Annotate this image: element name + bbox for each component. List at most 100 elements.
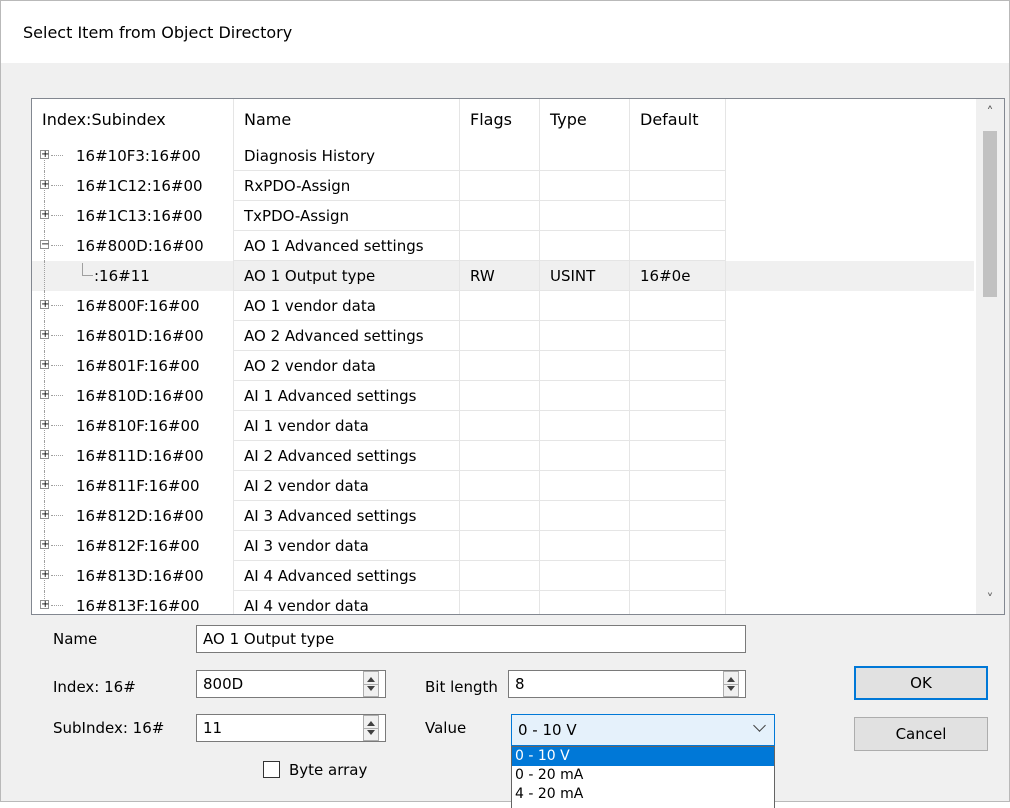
table-row[interactable]: +16#1C13:16#00 TxPDO-Assign [32, 201, 974, 231]
plus-box-icon[interactable]: + [40, 420, 49, 430]
index-cell: +16#810F:16#00 [32, 411, 234, 441]
table-row[interactable]: +16#800F:16#00 AO 1 vendor data [32, 291, 974, 321]
chevron-down-icon[interactable] [753, 719, 766, 732]
row-default [630, 501, 726, 531]
bit-length-spinner[interactable] [723, 671, 739, 697]
column-header-filler [726, 99, 974, 141]
index-cell: +16#810D:16#00 [32, 381, 234, 411]
row-index: 16#810D:16#00 [76, 387, 204, 405]
plus-box-icon[interactable]: + [40, 540, 49, 550]
tree-vertical-scrollbar[interactable]: ˄ ˅ [976, 99, 1004, 614]
row-type [540, 141, 630, 171]
table-row[interactable]: +16#811D:16#00 AI 2 Advanced settings [32, 441, 974, 471]
row-default [630, 201, 726, 231]
column-header-type[interactable]: Type [540, 99, 630, 141]
table-row[interactable]: +16#801F:16#00 AO 2 vendor data [32, 351, 974, 381]
row-name: AO 2 vendor data [234, 351, 460, 381]
row-index: 16#801F:16#00 [76, 357, 200, 375]
tree-connector [51, 155, 63, 156]
table-row[interactable]: +16#812D:16#00 AI 3 Advanced settings [32, 501, 974, 531]
cancel-button[interactable]: Cancel [854, 717, 988, 751]
value-option[interactable]: 0 - 20 mA [512, 766, 774, 785]
subindex-field[interactable]: 11 [196, 714, 386, 742]
plus-box-icon[interactable]: + [40, 390, 49, 400]
row-type [540, 501, 630, 531]
scrollbar-thumb[interactable] [983, 131, 997, 297]
chevron-up-icon[interactable]: ˄ [976, 99, 1004, 127]
table-row[interactable]: +16#812F:16#00 AI 3 vendor data [32, 531, 974, 561]
index-spinner[interactable] [363, 671, 379, 697]
row-flags [460, 591, 540, 614]
row-flags [460, 171, 540, 201]
plus-box-icon[interactable]: + [40, 480, 49, 490]
value-option[interactable]: 0 - 10 V [512, 747, 774, 766]
subindex-spinner[interactable] [363, 715, 379, 741]
row-name: AO 1 Advanced settings [234, 231, 460, 261]
plus-box-icon[interactable]: + [40, 510, 49, 520]
table-row[interactable]: +16#801D:16#00 AO 2 Advanced settings [32, 321, 974, 351]
title-bar[interactable]: Select Item from Object Directory [1, 1, 1009, 63]
row-default [630, 171, 726, 201]
row-default [630, 471, 726, 501]
table-row[interactable]: :16#11 AO 1 Output type RW USINT 16#0e [32, 261, 974, 291]
plus-box-icon[interactable]: + [40, 180, 49, 190]
row-flags [460, 141, 540, 171]
row-name: AO 1 vendor data [234, 291, 460, 321]
table-row[interactable]: +16#810F:16#00 AI 1 vendor data [32, 411, 974, 441]
plus-box-icon[interactable]: + [40, 450, 49, 460]
tree-connector [51, 455, 63, 456]
bit-length-field[interactable]: 8 [508, 670, 746, 698]
row-default [630, 531, 726, 561]
byte-array-label[interactable]: Byte array [289, 761, 367, 779]
value-dropdown-list[interactable]: 0 - 10 V 0 - 20 mA 4 - 20 mA [511, 746, 775, 808]
row-default [630, 141, 726, 171]
tree-connector [51, 605, 63, 606]
object-tree-view[interactable]: Index:Subindex Name Flags Type Default +… [31, 98, 1005, 615]
row-index: 16#810F:16#00 [76, 417, 200, 435]
row-flags [460, 501, 540, 531]
row-default [630, 591, 726, 614]
minus-box-icon[interactable]: − [40, 240, 49, 250]
index-cell: +16#811F:16#00 [32, 471, 234, 501]
table-row[interactable]: +16#1C12:16#00 RxPDO-Assign [32, 171, 974, 201]
index-cell: +16#812F:16#00 [32, 531, 234, 561]
plus-box-icon[interactable]: + [40, 360, 49, 370]
row-index: 16#812D:16#00 [76, 507, 204, 525]
row-type [540, 561, 630, 591]
row-flags: RW [460, 261, 540, 291]
row-name: AO 2 Advanced settings [234, 321, 460, 351]
table-row[interactable]: +16#810D:16#00 AI 1 Advanced settings [32, 381, 974, 411]
value-dropdown[interactable]: 0 - 10 V [511, 714, 775, 746]
row-name: AI 2 vendor data [234, 471, 460, 501]
row-index: 16#813D:16#00 [76, 567, 204, 585]
row-default [630, 441, 726, 471]
index-field[interactable]: 800D [196, 670, 386, 698]
row-default: 16#0e [630, 261, 726, 291]
table-row[interactable]: +16#811F:16#00 AI 2 vendor data [32, 471, 974, 501]
column-header-index[interactable]: Index:Subindex [32, 99, 234, 141]
ok-button[interactable]: OK [854, 666, 988, 700]
column-header-default[interactable]: Default [630, 99, 726, 141]
table-row[interactable]: +16#10F3:16#00 Diagnosis History [32, 141, 974, 171]
plus-box-icon[interactable]: + [40, 330, 49, 340]
name-field[interactable]: AO 1 Output type [196, 625, 746, 653]
plus-box-icon[interactable]: + [40, 150, 49, 160]
table-row[interactable]: +16#813F:16#00 AI 4 vendor data [32, 591, 974, 614]
column-header-flags[interactable]: Flags [460, 99, 540, 141]
plus-box-icon[interactable]: + [40, 210, 49, 220]
chevron-down-icon[interactable]: ˅ [976, 586, 1004, 614]
table-row[interactable]: +16#813D:16#00 AI 4 Advanced settings [32, 561, 974, 591]
index-cell: +16#1C12:16#00 [32, 171, 234, 201]
value-option[interactable]: 4 - 20 mA [512, 785, 774, 804]
column-header-name[interactable]: Name [234, 99, 460, 141]
byte-array-checkbox[interactable] [263, 761, 280, 778]
row-type [540, 411, 630, 441]
row-flags [460, 531, 540, 561]
table-row[interactable]: − 16#800D:16#00 AO 1 Advanced settings [32, 231, 974, 261]
plus-box-icon[interactable]: + [40, 600, 49, 610]
row-name: RxPDO-Assign [234, 171, 460, 201]
plus-box-icon[interactable]: + [40, 570, 49, 580]
tree-elbow [82, 263, 93, 276]
plus-box-icon[interactable]: + [40, 300, 49, 310]
row-default [630, 351, 726, 381]
